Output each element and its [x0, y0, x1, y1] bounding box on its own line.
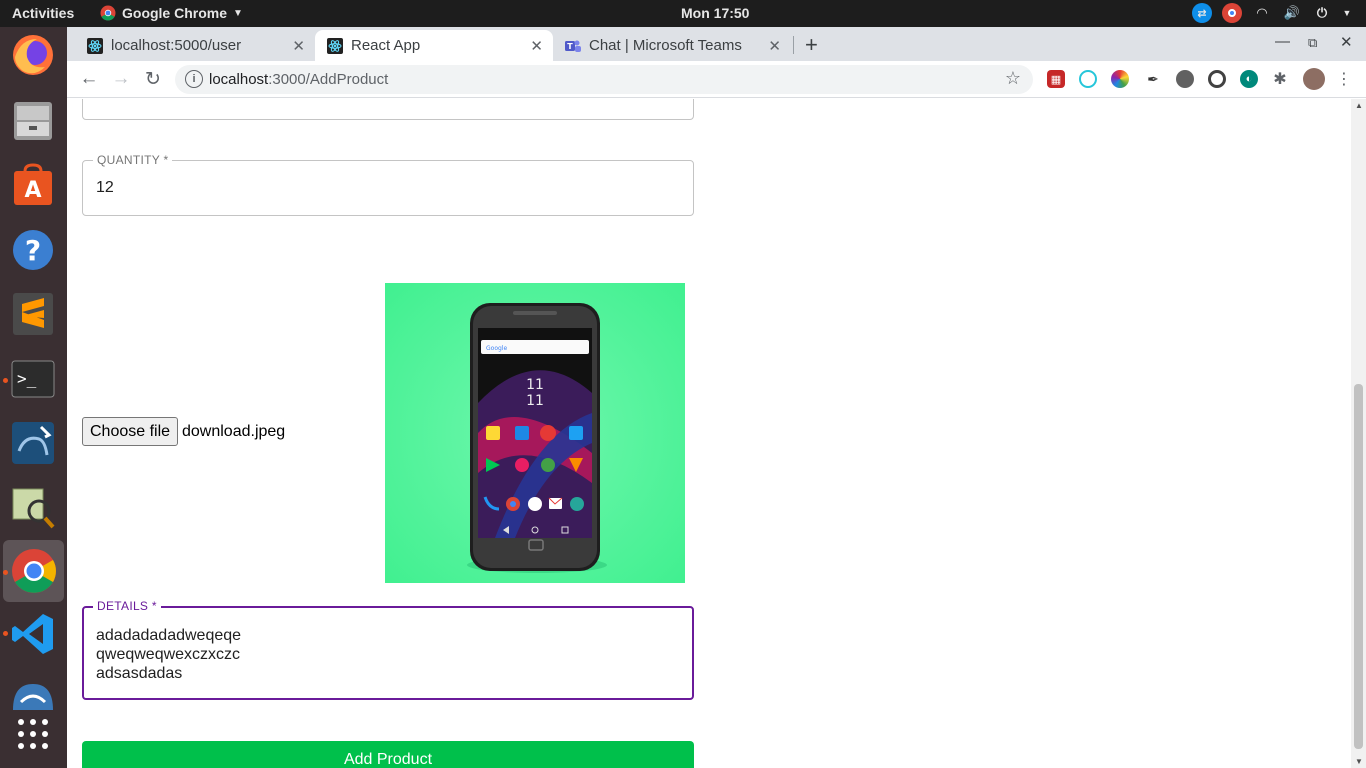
extension-green-icon[interactable]: ◐: [1240, 70, 1258, 88]
extension-teal-icon[interactable]: [1079, 70, 1097, 88]
product-image-preview: Google 11 11: [385, 283, 685, 583]
vscode-icon[interactable]: [10, 611, 56, 657]
svg-text:T: T: [567, 42, 573, 51]
extension-ring-icon[interactable]: [1208, 70, 1226, 88]
chrome-tray-icon[interactable]: [1222, 3, 1242, 23]
details-line: qweqweqwexczxczc: [96, 646, 241, 663]
minimize-button[interactable]: —: [1275, 33, 1290, 50]
previous-text-field[interactable]: [82, 99, 694, 120]
files-icon[interactable]: [10, 97, 56, 143]
terminal-icon[interactable]: >_: [10, 356, 56, 402]
page-content: QUANTITY * 12 Choose file download.jpeg: [67, 99, 1366, 768]
chrome-icon: [100, 5, 116, 21]
add-product-button[interactable]: Add Product: [82, 741, 694, 768]
activities-button[interactable]: Activities: [12, 5, 74, 21]
running-indicator: [3, 570, 8, 575]
phone-clock-minute: 11: [526, 393, 544, 409]
running-indicator: [3, 378, 8, 383]
clock[interactable]: Mon 17:50: [681, 5, 749, 21]
close-window-button[interactable]: ✕: [1340, 33, 1353, 51]
details-text[interactable]: adadadadadweqeqe qweqweqwexczxczc adsasd…: [96, 626, 241, 683]
chosen-filename: download.jpeg: [182, 423, 286, 440]
scrollbar-thumb[interactable]: [1354, 384, 1363, 749]
reload-icon[interactable]: ↻: [141, 67, 165, 91]
power-icon[interactable]: ⏻: [1312, 3, 1332, 23]
browser-toolbar: ← → ↻ i localhost:3000/AddProduct ☆ ▦ ✒ …: [67, 61, 1366, 98]
forward-arrow-icon[interactable]: →: [109, 67, 133, 91]
close-icon[interactable]: ✕: [768, 37, 781, 55]
sublime-text-icon[interactable]: [10, 291, 56, 337]
tab-divider: [793, 36, 794, 54]
quantity-field[interactable]: QUANTITY * 12: [82, 153, 694, 216]
close-icon[interactable]: ✕: [292, 37, 305, 55]
close-icon[interactable]: ✕: [530, 37, 543, 55]
system-monitor-icon[interactable]: [10, 484, 56, 530]
svg-text:A: A: [24, 178, 41, 203]
scroll-down-arrow-icon[interactable]: ▼: [1355, 757, 1363, 766]
tab-react-app[interactable]: React App ✕: [315, 30, 553, 61]
show-applications-icon[interactable]: [10, 711, 56, 757]
tab-title: localhost:5000/user: [111, 37, 242, 54]
phone-image: Google 11 11: [385, 283, 685, 583]
help-icon[interactable]: ?: [10, 227, 56, 273]
app-menu-label: Google Chrome: [122, 5, 228, 21]
choose-file-button[interactable]: Choose file: [82, 417, 179, 446]
volume-icon[interactable]: 🔊: [1282, 3, 1302, 23]
system-tray[interactable]: ⇄ ◠ 🔊 ⏻ ▼: [1192, 3, 1352, 23]
svg-text:?: ?: [25, 234, 41, 267]
teams-icon: T: [565, 38, 581, 54]
page-scrollbar[interactable]: ▲ ▼: [1351, 99, 1366, 768]
tab-strip: localhost:5000/user ✕ React App ✕ T Chat…: [67, 27, 1366, 61]
address-bar[interactable]: i localhost:3000/AddProduct ☆: [175, 65, 1033, 94]
quantity-value[interactable]: 12: [96, 179, 114, 197]
details-line: adadadadadweqeqe: [96, 627, 242, 644]
running-indicator: [3, 631, 8, 636]
tab-localhost-user[interactable]: localhost:5000/user ✕: [75, 30, 315, 61]
extension-red-icon[interactable]: ▦: [1047, 70, 1065, 88]
chrome-window: localhost:5000/user ✕ React App ✕ T Chat…: [67, 27, 1366, 768]
react-icon: [87, 37, 103, 54]
eyedropper-extension-icon[interactable]: ✒: [1144, 70, 1162, 88]
maximize-button[interactable]: ⧉: [1308, 35, 1317, 51]
info-icon[interactable]: i: [185, 70, 203, 88]
firefox-icon[interactable]: [10, 32, 56, 78]
details-label: DETAILS *: [93, 599, 161, 613]
dock: A ? >_: [0, 27, 67, 768]
phone-clock-hour: 11: [526, 377, 544, 393]
teamviewer-icon[interactable]: ⇄: [1192, 3, 1212, 23]
phone-search-hint: Google: [486, 345, 507, 352]
quantity-label: QUANTITY *: [93, 153, 173, 167]
url-text[interactable]: localhost:3000/AddProduct: [209, 71, 388, 88]
details-textarea[interactable]: DETAILS * adadadadadweqeqe qweqweqwexczx…: [82, 599, 694, 700]
tab-microsoft-teams[interactable]: T Chat | Microsoft Teams ✕: [553, 30, 791, 61]
menu-kebab-icon[interactable]: ⋮: [1335, 70, 1353, 88]
tab-title: Chat | Microsoft Teams: [589, 37, 742, 54]
react-icon: [327, 37, 343, 54]
chevron-down-icon[interactable]: ▼: [1342, 3, 1352, 23]
details-line: adsasdadas: [96, 665, 183, 682]
chevron-down-icon: ▼: [233, 7, 243, 19]
scroll-up-arrow-icon[interactable]: ▲: [1355, 101, 1363, 110]
color-picker-extension-icon[interactable]: [1111, 70, 1129, 88]
new-tab-button[interactable]: +: [805, 32, 818, 58]
app-menu[interactable]: Google Chrome ▼: [100, 5, 243, 21]
mysql-workbench-icon[interactable]: [10, 420, 56, 466]
extension-gray-icon[interactable]: [1176, 70, 1194, 88]
extensions-puzzle-icon[interactable]: ✱: [1271, 70, 1289, 88]
bookmark-star-icon[interactable]: ☆: [1005, 68, 1021, 89]
back-arrow-icon[interactable]: ←: [77, 67, 101, 91]
software-center-icon[interactable]: A: [10, 162, 56, 208]
svg-text:>_: >_: [17, 369, 37, 388]
profile-avatar[interactable]: [1303, 68, 1325, 90]
tab-title: React App: [351, 37, 421, 54]
chrome-dock-icon[interactable]: [3, 540, 64, 602]
wifi-icon[interactable]: ◠: [1252, 3, 1272, 23]
system-top-bar: Activities Google Chrome ▼ Mon 17:50 ⇄ ◠…: [0, 0, 1366, 27]
